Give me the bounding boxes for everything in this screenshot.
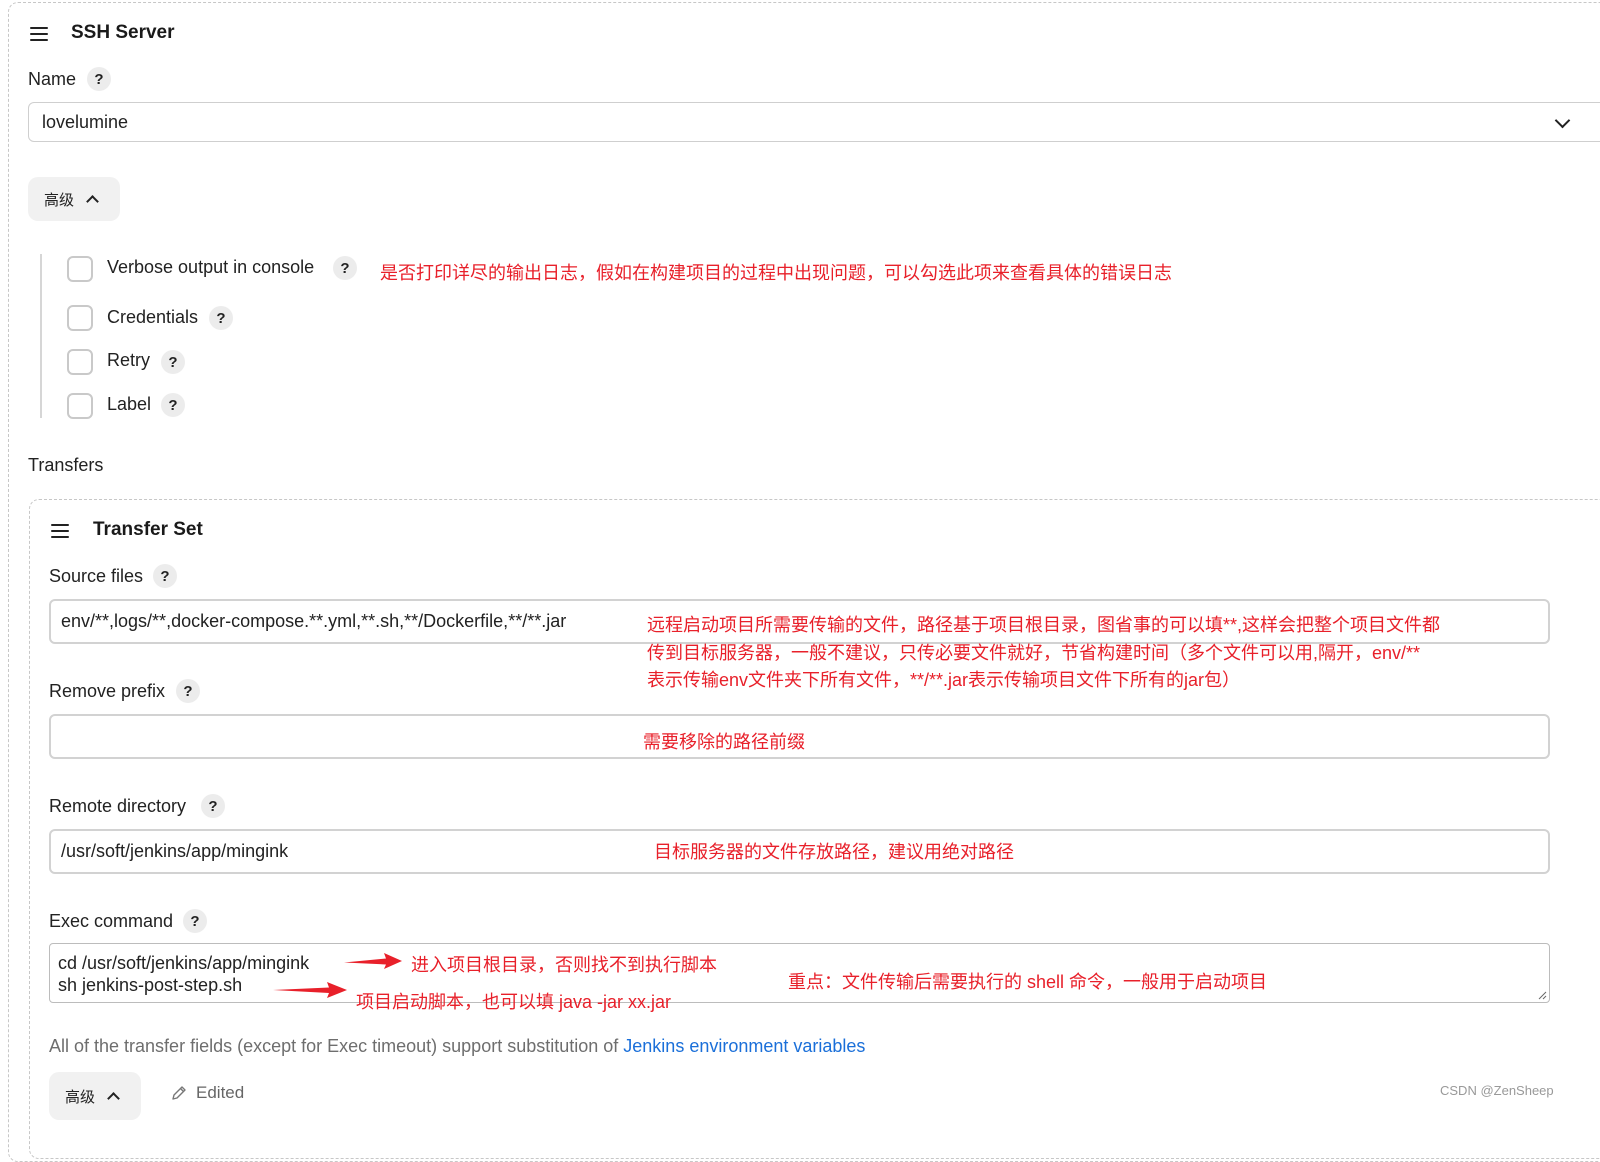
name-label: Name [28, 69, 77, 89]
edited-label: Edited [196, 1083, 245, 1102]
help-icon[interactable]: ? [209, 306, 233, 330]
ssh-server-title: SSH Server [71, 22, 175, 43]
exec-command-line-1: cd /usr/soft/jenkins/app/mingink [58, 953, 310, 973]
transfer-advanced-toggle-button[interactable]: 高级 [49, 1072, 141, 1120]
help-icon[interactable]: ? [153, 564, 177, 588]
label-checkbox[interactable] [67, 393, 93, 419]
source-files-label: Source files [49, 566, 144, 586]
help-icon[interactable]: ? [183, 909, 207, 933]
exec-line2-annotation: 项目启动脚本，也可以填 java -jar xx.jar [356, 992, 672, 1012]
arrow-right-icon [344, 953, 402, 969]
help-icon[interactable]: ? [176, 679, 200, 703]
credentials-checkbox[interactable] [67, 305, 93, 331]
arrow-right-icon [273, 982, 347, 998]
verbose-output-label: Verbose output in console [107, 257, 315, 277]
verbose-annotation: 是否打印详尽的输出日志，假如在构建项目的过程中出现问题，可以勾选此项来查看具体的… [380, 263, 1172, 283]
drag-handle-icon[interactable] [30, 27, 48, 41]
transfer-set-title: Transfer Set [93, 519, 203, 540]
help-icon[interactable]: ? [161, 350, 185, 374]
remote-directory-label: Remote directory [49, 796, 187, 816]
transfers-label: Transfers [28, 455, 104, 475]
exec-command-label: Exec command [49, 911, 174, 931]
source-files-value: env/**,logs/**,docker-compose.**.yml,**.… [61, 611, 567, 631]
label-option-label: Label [107, 394, 152, 414]
retry-label: Retry [107, 350, 151, 370]
transfer-advanced-label: 高级 [65, 1088, 96, 1106]
footnote-text: All of the transfer fields (except for E… [49, 1036, 624, 1056]
advanced-toggle-button[interactable]: 高级 [28, 177, 120, 221]
pencil-icon [172, 1086, 186, 1100]
exec-command-line-2: sh jenkins-post-step.sh [58, 975, 243, 995]
help-icon[interactable]: ? [87, 67, 111, 91]
remove-prefix-annotation: 需要移除的路径前缀 [643, 732, 805, 752]
csdn-watermark: CSDN @ZenSheep [1440, 1083, 1554, 1098]
advanced-label: 高级 [44, 191, 75, 209]
remote-directory-annotation: 目标服务器的文件存放路径，建议用绝对路径 [654, 842, 1014, 862]
verbose-output-checkbox[interactable] [67, 256, 93, 282]
substitution-footnote: All of the transfer fields (except for E… [49, 1036, 865, 1057]
remove-prefix-label: Remove prefix [49, 681, 166, 701]
remote-directory-value: /usr/soft/jenkins/app/mingink [61, 841, 289, 861]
jenkins-env-vars-link[interactable]: Jenkins environment variables [623, 1036, 865, 1056]
advanced-section-rule [40, 254, 42, 418]
source-annotation-line-2: 传到目标服务器，一般不建议，只传必要文件就好，节省构建时间（多个文件可以用,隔开… [647, 643, 1421, 663]
source-annotation-line-1: 远程启动项目所需要传输的文件，路径基于项目根目录，图省事的可以填**,这样会把整… [647, 615, 1441, 635]
chevron-down-icon [1554, 112, 1571, 129]
chevron-up-icon [107, 1092, 120, 1105]
exec-command-annotation: 重点：文件传输后需要执行的 shell 命令，一般用于启动项目 [788, 972, 1268, 992]
name-select[interactable]: lovelumine [28, 102, 1600, 142]
name-select-value: lovelumine [42, 112, 129, 132]
drag-handle-icon[interactable] [51, 524, 69, 538]
source-annotation-line-3: 表示传输env文件夹下所有文件，**/**.jar表示传输项目文件下所有的jar… [647, 670, 1241, 690]
retry-checkbox[interactable] [67, 349, 93, 375]
resize-handle-icon[interactable] [1537, 990, 1547, 1000]
help-icon[interactable]: ? [333, 256, 357, 280]
exec-line1-annotation: 进入项目根目录，否则找不到执行脚本 [411, 955, 717, 975]
chevron-up-icon [86, 195, 99, 208]
credentials-label: Credentials [107, 307, 199, 327]
edited-indicator: Edited [170, 1083, 244, 1103]
help-icon[interactable]: ? [161, 393, 185, 417]
help-icon[interactable]: ? [201, 794, 225, 818]
